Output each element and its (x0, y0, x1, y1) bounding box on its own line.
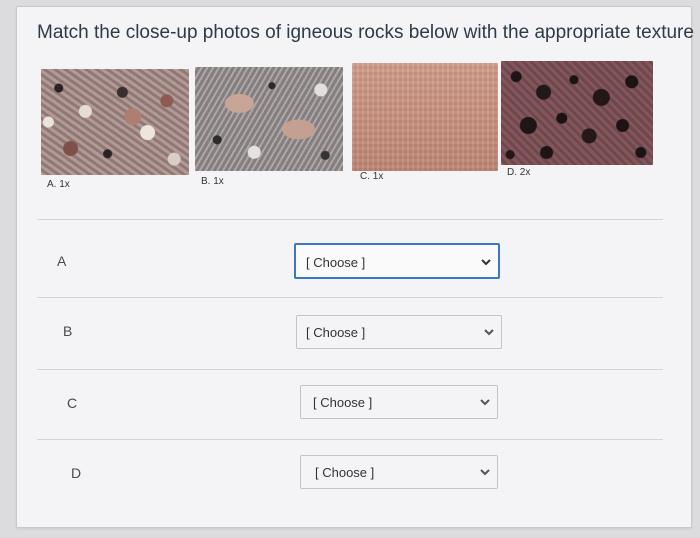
rock-photo-c-tile: C. 1x (352, 63, 498, 185)
rock-photo-d-caption: D. 2x (507, 167, 531, 178)
texture-select-c[interactable]: [ Choose ] (300, 385, 498, 419)
select-value: [ Choose ] (306, 255, 366, 270)
chevron-down-icon (484, 329, 494, 336)
question-card: Match the close-up photos of igneous roc… (16, 6, 694, 528)
rock-photo-d (501, 61, 653, 165)
row-label-d: D (71, 465, 82, 481)
rock-photo-a (41, 69, 189, 175)
texture-select-d[interactable]: [ Choose ] (300, 455, 498, 489)
chevron-down-icon (480, 469, 490, 476)
select-value: [ Choose ] (315, 465, 375, 480)
rock-photo-b (195, 67, 343, 171)
rock-photo-b-tile: B. 1x (195, 67, 343, 187)
select-value: [ Choose ] (306, 325, 366, 340)
select-value: [ Choose ] (313, 395, 373, 410)
texture-select-a[interactable]: [ Choose ] (294, 243, 500, 279)
rock-photo-c (352, 63, 498, 171)
texture-select-b[interactable]: [ Choose ] (296, 315, 502, 349)
rock-photo-b-caption: B. 1x (201, 176, 224, 187)
question-text: Match the close-up photos of igneous roc… (37, 22, 694, 43)
row-label-b: B (63, 323, 73, 339)
rock-photo-a-tile: A. 1x (41, 69, 189, 190)
row-label-c: C (67, 395, 78, 411)
rock-photo-a-caption: A. 1x (47, 179, 70, 190)
row-divider (37, 439, 663, 440)
chevron-down-icon (481, 259, 491, 266)
row-label-a: A (57, 253, 67, 269)
row-divider (37, 369, 663, 370)
chevron-down-icon (480, 399, 490, 406)
row-divider (37, 219, 663, 220)
rock-photo-c-caption: C. 1x (360, 171, 384, 182)
row-divider (37, 297, 663, 298)
rock-photo-d-tile: D. 2x (501, 61, 653, 185)
